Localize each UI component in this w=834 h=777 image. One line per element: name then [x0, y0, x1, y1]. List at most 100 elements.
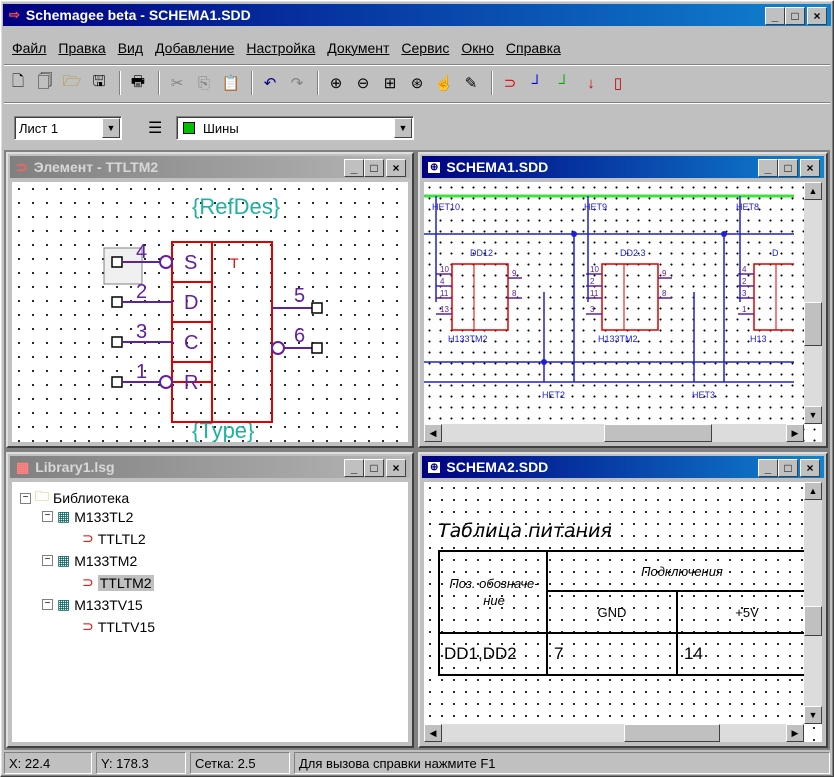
junction-dot — [571, 231, 577, 237]
collapse-toggle-icon[interactable]: − — [42, 599, 53, 610]
collapse-toggle-icon[interactable]: − — [42, 555, 53, 566]
redo-icon[interactable]: ↷ — [285, 71, 309, 95]
net-label: НЕТ3 — [692, 390, 715, 400]
scroll-thumb[interactable] — [804, 302, 822, 346]
scroll-left-button[interactable]: ◀ — [424, 424, 442, 442]
bus-icon[interactable]: ┘ — [552, 71, 576, 95]
collapse-toggle-icon[interactable]: − — [42, 511, 53, 522]
element-canvas[interactable]: {RefDes} {Type} T 4S2D3C1R56 — [12, 182, 408, 442]
undo-icon[interactable]: ↶ — [258, 71, 282, 95]
wire-icon[interactable]: ┘ — [525, 71, 549, 95]
menu-item-2[interactable]: Вид — [112, 40, 149, 56]
minimize-button[interactable]: _ — [344, 459, 364, 477]
paste-icon[interactable]: 📋 — [219, 71, 243, 95]
scroll-down-button[interactable]: ▼ — [804, 406, 822, 424]
tree-item-ttltl2[interactable]: ⊃ TTLTL2 — [64, 530, 146, 547]
print-icon[interactable]: 🖶 — [126, 71, 150, 95]
gate-label: T — [230, 255, 239, 271]
close-button[interactable]: × — [800, 459, 820, 477]
pin-number: 2 — [136, 281, 147, 303]
zoom-area-icon[interactable]: ⊛ — [405, 71, 429, 95]
tree-item-m133tm2[interactable]: − ▦ M133TM2 — [42, 552, 137, 569]
close-button[interactable]: × — [807, 7, 827, 25]
cut-icon[interactable]: ✂ — [165, 71, 189, 95]
chip-icon[interactable]: ▯ — [606, 71, 630, 95]
row-pos-value: DD1,DD2 — [444, 644, 517, 663]
library-titlebar[interactable]: ▦ Library1.lsg _ □ × — [10, 456, 410, 478]
vertical-scrollbar[interactable]: ▲ ▼ — [804, 182, 822, 424]
minimize-button[interactable]: _ — [765, 7, 785, 25]
menu-item-8[interactable]: Справка — [500, 40, 567, 56]
sheet-select[interactable]: Лист 1 ▼ — [14, 116, 122, 140]
menu-item-1[interactable]: Правка — [52, 40, 111, 56]
toolbar-divider — [4, 102, 830, 104]
maximize-button[interactable]: □ — [364, 159, 384, 177]
menu-item-4[interactable]: Настройка — [240, 40, 321, 56]
app-titlebar[interactable]: ⇨ Schemagee beta - SCHEMA1.SDD _ □ × — [3, 4, 831, 26]
pin-number: 4 — [440, 277, 445, 286]
scroll-right-button[interactable]: ▶ — [786, 424, 804, 442]
scroll-left-button[interactable]: ◀ — [424, 724, 442, 742]
chevron-down-icon[interactable]: ▼ — [394, 118, 412, 138]
vertical-scrollbar[interactable]: ▲ ▼ — [804, 482, 822, 724]
table-cell-gnd: 7 — [546, 632, 678, 676]
element-titlebar[interactable]: ⊃ Элемент - TTLTM2 _ □ × — [10, 156, 410, 178]
layer-select[interactable]: Шины ▼ — [176, 116, 414, 140]
layers-icon[interactable]: ☰ — [148, 118, 162, 138]
tree-item-label: TTLTM2 — [97, 574, 154, 591]
scroll-thumb[interactable] — [604, 424, 712, 442]
pin-icon[interactable]: ↓ — [579, 71, 603, 95]
copy-icon[interactable]: ⎘ — [192, 71, 216, 95]
collapse-toggle-icon[interactable]: − — [20, 492, 31, 504]
status-hint: Для вызова справки нажмите F1 — [294, 752, 830, 774]
menu-item-0[interactable]: Файл — [6, 40, 52, 56]
menu-item-7[interactable]: Окно — [455, 40, 500, 56]
maximize-button[interactable]: □ — [785, 7, 805, 25]
scroll-up-button[interactable]: ▲ — [804, 482, 822, 500]
tree-item-ttltm2[interactable]: ⊃ TTLTM2 — [64, 574, 154, 591]
save-icon[interactable]: 🖫 — [87, 71, 111, 95]
menu-item-6[interactable]: Сервис — [395, 40, 455, 56]
tree-item-ttltv15[interactable]: ⊃ TTLTV15 — [64, 618, 155, 635]
gate-icon[interactable]: ⊃ — [498, 71, 522, 95]
schema2-canvas[interactable]: Таблица питания Поз. обозначе- ние Подкл… — [424, 482, 822, 742]
new-icon[interactable]: 🗋 — [6, 71, 30, 95]
menu-item-5[interactable]: Документ — [321, 40, 395, 56]
zoom-in-icon[interactable]: ⊕ — [324, 71, 348, 95]
schema2-titlebar[interactable]: ⊕ SCHEMA2.SDD _ □ × — [422, 456, 824, 478]
scroll-up-button[interactable]: ▲ — [804, 182, 822, 200]
schema1-canvas[interactable]: НЕТ10 НЕТ9 НЕТ8 НЕТ2 НЕТ3 DD12 Н133ТМ2 10 4 11 13 9… — [424, 182, 822, 442]
pan-icon[interactable]: ☝ — [432, 71, 456, 95]
toolbar-divider — [4, 64, 830, 66]
maximize-button[interactable]: □ — [778, 159, 798, 177]
close-button[interactable]: × — [386, 459, 406, 477]
zoom-fit-icon[interactable]: ⊞ — [378, 71, 402, 95]
minimize-button[interactable]: _ — [758, 159, 778, 177]
schema1-titlebar[interactable]: ⊕ SCHEMA1.SDD _ □ × — [422, 156, 824, 178]
library-tree[interactable]: − 🗀 Библиотека − ▦ M133TL2 ⊃ TTLTL2 − ▦ M133TM2 ⊃ TT… — [12, 482, 408, 742]
new-doc-icon[interactable]: 🗍 — [33, 71, 57, 95]
chevron-down-icon[interactable]: ▼ — [102, 118, 120, 138]
horizontal-scrollbar[interactable]: ◀ ▶ — [424, 724, 804, 742]
horizontal-scrollbar[interactable]: ◀ ▶ — [424, 424, 804, 442]
menu-item-3[interactable]: Добавление — [149, 40, 240, 56]
scroll-down-button[interactable]: ▼ — [804, 706, 822, 724]
maximize-button[interactable]: □ — [778, 459, 798, 477]
tree-item-m133tv15[interactable]: − ▦ M133TV15 — [42, 596, 143, 613]
scroll-right-button[interactable]: ▶ — [786, 724, 804, 742]
tree-item-m133tl2[interactable]: − ▦ M133TL2 — [42, 508, 133, 525]
open-icon[interactable]: 🗁 — [60, 71, 84, 95]
minimize-button[interactable]: _ — [344, 159, 364, 177]
pen-icon[interactable]: ✎ — [459, 71, 483, 95]
scroll-thumb[interactable] — [804, 606, 822, 636]
maximize-button[interactable]: □ — [364, 459, 384, 477]
close-button[interactable]: × — [800, 159, 820, 177]
table-cell-pos-header: Поз. обозначе- ние — [438, 550, 548, 634]
schema2-title: SCHEMA2.SDD — [446, 459, 549, 475]
tree-item-библиотека[interactable]: − 🗀 Библиотека — [20, 486, 129, 510]
close-button[interactable]: × — [386, 159, 406, 177]
zoom-out-icon[interactable]: ⊖ — [351, 71, 375, 95]
scroll-thumb[interactable] — [624, 724, 720, 742]
minimize-button[interactable]: _ — [758, 459, 778, 477]
chip-refdes: D — [772, 248, 779, 258]
